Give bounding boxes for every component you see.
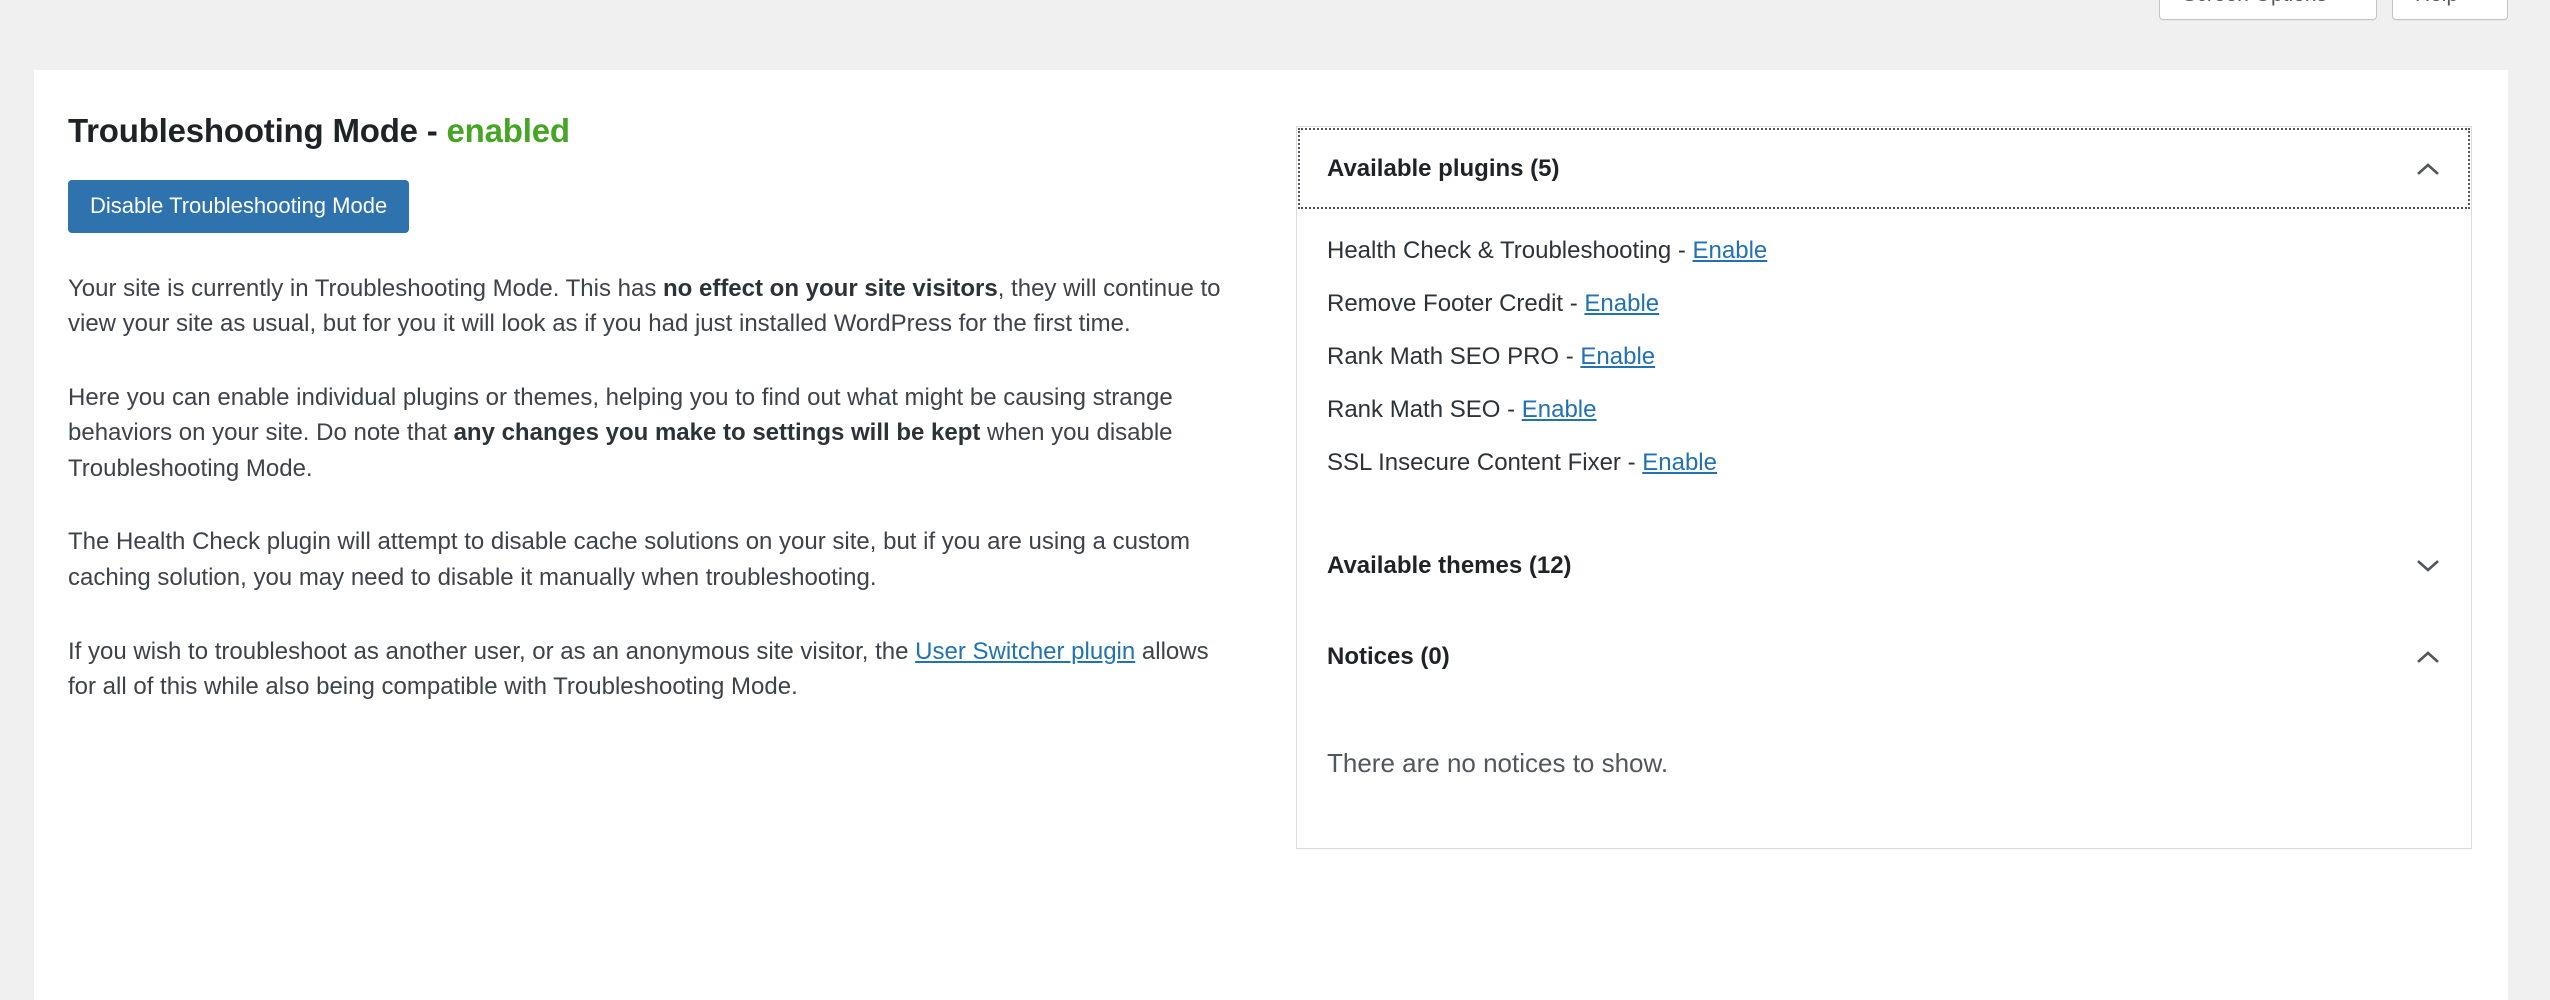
paragraph-site-status: Your site is currently in Troubleshootin… <box>68 271 1233 342</box>
plugin-name: Rank Math SEO PRO - <box>1327 343 1581 371</box>
accordion-panel-plugins: Health Check & Troubleshooting - Enable … <box>1297 210 2471 520</box>
accordion-section-plugins: Available plugins (5) Health Check & Tro… <box>1297 127 2471 520</box>
help-label: Help <box>2415 0 2458 5</box>
plugin-name: Rank Math SEO - <box>1327 396 1522 424</box>
list-item: Health Check & Troubleshooting - Enable <box>1327 236 2441 266</box>
enable-plugin-link[interactable]: Enable <box>1580 343 1655 370</box>
paragraph-cache-warning: The Health Check plugin will attempt to … <box>68 528 1190 591</box>
enable-plugin-link[interactable]: Enable <box>1642 449 1717 476</box>
screen-meta-bar: Screen Options ▼ Help ▼ <box>2159 0 2508 20</box>
user-switcher-plugin-link[interactable]: User Switcher plugin <box>915 638 1135 665</box>
list-item: Rank Math SEO - Enable <box>1327 395 2441 425</box>
screen-options-button[interactable]: Screen Options ▼ <box>2159 0 2377 20</box>
chevron-up-icon[interactable] <box>2415 649 2441 665</box>
paragraph-1-emphasis: no effect on your site visitors <box>662 274 998 302</box>
accordion-section-themes: Available themes (12) <box>1297 520 2471 612</box>
status-badge-enabled: enabled <box>446 112 571 149</box>
troubleshooting-info-column: Troubleshooting Mode - enabled Disable T… <box>34 70 1264 705</box>
accordion-title-notices: Notices (0) <box>1327 643 1450 671</box>
page-title: Troubleshooting Mode - enabled <box>68 110 1264 153</box>
disable-troubleshooting-mode-button[interactable]: Disable Troubleshooting Mode <box>68 179 410 233</box>
chevron-down-icon[interactable] <box>2415 558 2441 574</box>
paragraph-4-part-a: If you wish to troubleshoot as another u… <box>68 637 916 665</box>
accordion-section-notices: Notices (0) There are no notices to show… <box>1297 611 2471 848</box>
accordion-title-plugins: Available plugins (5) <box>1327 155 1560 182</box>
plugin-name: SSL Insecure Content Fixer - <box>1327 449 1643 477</box>
paragraph-user-switcher: If you wish to troubleshoot as another u… <box>68 634 1233 705</box>
chevron-up-icon[interactable] <box>2415 161 2441 177</box>
two-column-layout: Troubleshooting Mode - enabled Disable T… <box>34 70 2508 850</box>
page-title-prefix: Troubleshooting Mode - <box>68 112 447 149</box>
list-item: Remove Footer Credit - Enable <box>1327 289 2441 319</box>
accordion-header-themes[interactable]: Available themes (12) <box>1297 520 2471 612</box>
enable-plugin-link[interactable]: Enable <box>1693 237 1768 264</box>
screen-options-label: Screen Options <box>2182 0 2327 5</box>
caret-down-icon: ▼ <box>2339 0 2354 3</box>
paragraph-1-part-a: Your site is currently in Troubleshootin… <box>68 274 663 302</box>
enable-plugin-link[interactable]: Enable <box>1522 396 1597 423</box>
list-item: SSL Insecure Content Fixer - Enable <box>1327 448 2441 478</box>
paragraph-2-emphasis: any changes you make to settings will be… <box>453 419 981 447</box>
notices-empty-state: There are no notices to show. <box>1327 747 1669 778</box>
list-item: Rank Math SEO PRO - Enable <box>1327 342 2441 372</box>
plugin-list: Health Check & Troubleshooting - Enable … <box>1327 210 2441 512</box>
accordion-header-plugins[interactable]: Available plugins (5) <box>1297 127 2471 211</box>
plugin-name: Remove Footer Credit - <box>1327 290 1585 318</box>
troubleshooting-accordion: Available plugins (5) Health Check & Tro… <box>1296 126 2472 850</box>
accordion-header-notices[interactable]: Notices (0) <box>1297 611 2471 703</box>
troubleshooting-accordion-column: Available plugins (5) Health Check & Tro… <box>1264 70 2508 850</box>
plugin-name: Health Check & Troubleshooting - <box>1327 237 1693 265</box>
content-surface: Troubleshooting Mode - enabled Disable T… <box>34 70 2508 1000</box>
enable-plugin-link[interactable]: Enable <box>1584 290 1659 317</box>
accordion-title-themes: Available themes (12) <box>1327 552 1572 580</box>
paragraph-enable-instructions: Here you can enable individual plugins o… <box>68 380 1233 487</box>
caret-down-icon: ▼ <box>2470 0 2485 3</box>
help-button[interactable]: Help ▼ <box>2391 0 2508 20</box>
